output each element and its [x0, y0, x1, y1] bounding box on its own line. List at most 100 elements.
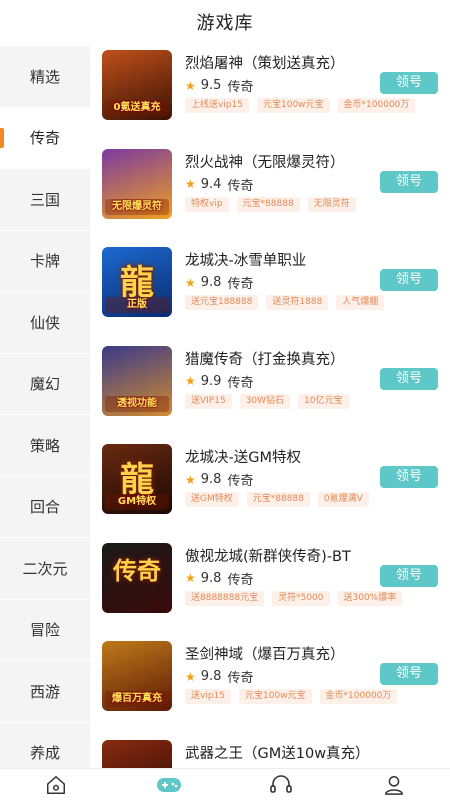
game-name: 圣剑神域（爆百万真充） — [185, 647, 345, 663]
game-thumbnail[interactable]: 透视功能 — [102, 345, 172, 416]
claim-account-button[interactable]: 领号 — [380, 72, 438, 94]
tab-profile[interactable] — [374, 770, 414, 800]
game-tags: 送VIP15 30W钻石 10亿元宝 — [185, 393, 349, 409]
game-tag: 元宝*88888 — [246, 492, 310, 507]
game-row[interactable]: 爆百万真充 圣剑神域（爆百万真充） ★ 9.8 传奇送vip15 元宝100w元宝 金币*1… — [90, 635, 450, 734]
game-row[interactable]: 传奇 傲视龙城(新群侠传奇)-BT ★ 9.8 传奇 送8888888元宝 灵符*5000 送… — [90, 537, 450, 636]
game-name: 烈火战神（无限爆灵符） — [185, 154, 345, 171]
category-sidebar: 精选传奇三国卡牌仙侠魔幻策略回合二次元冒险西游养成 — [0, 46, 90, 768]
game-tags: 送8888888元宝 灵符*5000 送300%爆率 — [185, 590, 403, 606]
game-name: 武器之王（GM送10w真充） — [185, 745, 370, 762]
rating-score: 9.4 — [200, 176, 222, 192]
game-thumbnail[interactable]: 无限爆灵符 — [102, 148, 172, 219]
game-genre: 传奇 — [227, 277, 254, 292]
game-row[interactable]: 武器之王（GM送10w真充） — [90, 734, 450, 768]
game-genre: 传奇 — [227, 178, 254, 194]
rating-score: 9.9 — [200, 373, 222, 389]
game-tags: 送GM特权 元宝*88888 0氪爆满V — [185, 492, 369, 507]
game-tag: 送GM特权 — [185, 492, 239, 507]
game-tag: 元宝100w元宝 — [257, 98, 330, 113]
claim-account-button[interactable]: 领号 — [380, 367, 438, 390]
sidebar-item[interactable]: 回合 — [0, 477, 90, 538]
sidebar-item[interactable]: 仙侠 — [0, 292, 90, 354]
tab-service[interactable] — [261, 770, 301, 800]
thumbnail-caption: 透视功能 — [105, 395, 169, 412]
thumbnail-caption: 正版 — [105, 297, 169, 313]
game-tag: 元宝100w元宝 — [239, 689, 312, 704]
sidebar-item[interactable]: 精选 — [0, 46, 90, 108]
game-row[interactable]: 龍正版 龙城决-冰雪单职业 ★ 9.8 传奇 送元宝188888 送灵符1888 人气爆棚 领号 — [90, 241, 450, 340]
game-thumbnail[interactable]: 0氪送真充 — [102, 50, 172, 120]
game-thumbnail[interactable]: 龍正版 — [102, 247, 172, 317]
tab-games[interactable] — [149, 770, 189, 800]
sidebar-item[interactable]: 卡牌 — [0, 231, 90, 292]
home-icon — [47, 776, 66, 794]
claim-account-button[interactable]: 领号 — [380, 466, 438, 488]
game-rating: ★ 9.8 传奇 — [185, 569, 253, 588]
sidebar-item[interactable]: 策略 — [0, 415, 90, 477]
game-tag: 特权vip — [185, 196, 229, 212]
sidebar-item[interactable]: 养成 — [0, 723, 90, 769]
sidebar-item[interactable]: 冒险 — [0, 600, 90, 661]
sidebar-item-label: 西游 — [29, 682, 60, 701]
game-rating: ★ 9.8 传奇 — [185, 470, 253, 489]
game-rating: ★ 9.9 传奇 — [185, 372, 253, 391]
sidebar-item-label: 仙侠 — [29, 313, 60, 332]
game-thumbnail[interactable]: 龍 GM特权 — [102, 444, 172, 514]
game-thumbnail[interactable]: 传奇 — [102, 542, 172, 613]
sidebar-item-label: 冒险 — [29, 621, 60, 640]
claim-account-button[interactable]: 领号 — [380, 663, 438, 685]
claim-account-button[interactable]: 领号 — [380, 564, 438, 587]
game-tag: 送vip15 — [185, 689, 231, 704]
game-thumbnail[interactable] — [102, 739, 172, 768]
game-genre: 传奇 — [227, 80, 254, 95]
game-rating: ★ 9.8 传奇 — [185, 273, 253, 292]
game-thumbnail[interactable]: 爆百万真充 — [102, 641, 172, 711]
game-tag: 0氪爆满V — [317, 492, 369, 507]
game-tag: 金币*100000万 — [319, 689, 398, 704]
game-name: 烈焰屠神（策划送真充） — [185, 56, 345, 72]
game-name: 龙城决-送GM特权 — [185, 450, 301, 466]
thumbnail-logo-text: 传奇 — [113, 556, 161, 585]
sidebar-item[interactable]: 二次元 — [0, 538, 90, 600]
game-row[interactable]: 龍 GM特权 龙城决-送GM特权 ★ 9.8 传奇送GM特权 元宝*88888 0氪爆满V 领号 — [90, 438, 450, 537]
sidebar-item-label: 传奇 — [29, 129, 60, 148]
sidebar-item-label: 二次元 — [22, 559, 68, 578]
thumbnail-caption: 0氪送真充 — [105, 100, 169, 116]
game-tags: 特权vip 元宝*88888 无限灵符 — [185, 196, 356, 212]
sidebar-item[interactable]: 三国 — [0, 169, 90, 231]
star-icon: ★ — [185, 669, 196, 684]
tab-home[interactable] — [36, 770, 76, 800]
game-tag: 元宝*88888 — [236, 196, 300, 212]
claim-account-button[interactable]: 领号 — [380, 269, 438, 291]
game-tag: 送元宝188888 — [185, 295, 259, 310]
claim-account-button[interactable]: 领号 — [380, 170, 438, 193]
bottom-tabbar — [0, 768, 450, 801]
game-rating: ★ 9.8 传奇 — [185, 667, 253, 686]
game-row[interactable]: 0氪送真充 烈焰屠神（策划送真充） ★ 9.5 传奇 上线送vip15 元宝100w元宝 金币… — [90, 44, 450, 143]
sidebar-item-label: 养成 — [29, 744, 60, 763]
game-genre: 传奇 — [227, 671, 254, 686]
rating-score: 9.8 — [200, 669, 222, 684]
game-rating: ★ 9.4 传奇 — [185, 175, 253, 194]
game-list[interactable]: 0氪送真充 烈焰屠神（策划送真充） ★ 9.5 传奇 上线送vip15 元宝100w元宝 金币… — [90, 44, 450, 768]
star-icon: ★ — [185, 472, 196, 487]
game-name: 龙城决-冰雪单职业 — [185, 253, 307, 269]
game-tag: 送8888888元宝 — [185, 590, 265, 606]
sidebar-item-label: 策略 — [29, 436, 60, 455]
game-row[interactable]: 透视功能 猎魔传奇（打金换真充） ★ 9.9 传奇 送VIP15 30W钻石 10亿元宝 领号 — [90, 340, 450, 439]
sidebar-item[interactable]: 传奇 — [0, 107, 90, 169]
sidebar-item[interactable]: 西游 — [0, 661, 90, 723]
game-tag: 人气爆棚 — [336, 295, 385, 310]
sidebar-item-label: 三国 — [29, 190, 60, 209]
sidebar-item-label: 卡牌 — [29, 252, 60, 271]
game-tag: 30W钻石 — [239, 393, 291, 409]
profile-icon — [384, 776, 403, 795]
game-tags: 送vip15 元宝100w元宝 金币*100000万 — [185, 689, 398, 704]
rating-score: 9.8 — [200, 570, 222, 586]
headset-icon — [270, 775, 293, 793]
game-tag: 灵符*5000 — [272, 590, 330, 606]
sidebar-item[interactable]: 魔幻 — [0, 354, 90, 415]
game-row[interactable]: 无限爆灵符 烈火战神（无限爆灵符） ★ 9.4 传奇 特权vip 元宝*88888 无限灵符 领… — [90, 143, 450, 242]
game-tags: 上线送vip15 元宝100w元宝 金币*100000万 — [185, 98, 416, 113]
